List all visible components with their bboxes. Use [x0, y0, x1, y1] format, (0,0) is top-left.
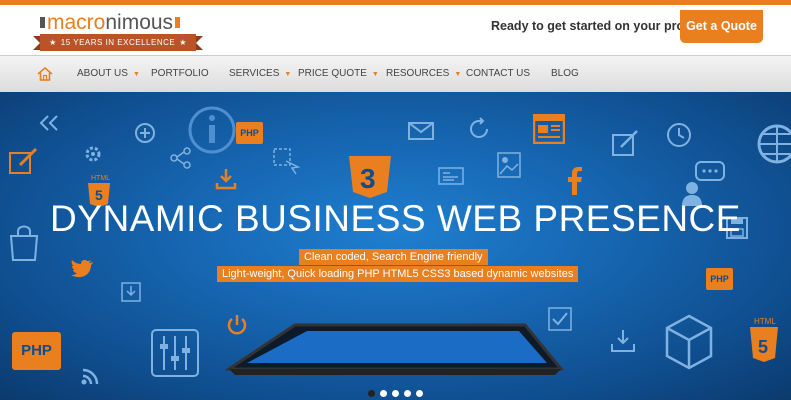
svg-text:HTML: HTML [754, 317, 776, 326]
image-icon [497, 152, 521, 178]
double-chevron-left-icon [39, 115, 58, 131]
nav-item-about-us[interactable]: ABOUT US ▼ [77, 56, 140, 92]
browser-layout-icon [533, 114, 565, 144]
slider-dot[interactable] [368, 390, 375, 397]
home-icon[interactable] [37, 66, 53, 82]
download-tray-icon [611, 330, 635, 352]
gear-icon [85, 146, 101, 162]
facebook-icon [568, 167, 582, 195]
cursor-select-icon [273, 148, 300, 175]
equalizer-icon [151, 329, 199, 377]
caret-down-icon: ▼ [284, 71, 292, 78]
html5-icon: HTML 5 [750, 317, 778, 362]
nav-item-price-quote[interactable]: PRICE QUOTE ▼ [298, 56, 379, 92]
globe-icon [757, 124, 791, 164]
slider-dot[interactable] [404, 390, 411, 397]
info-circle-icon [188, 106, 236, 154]
nav-item-services[interactable]: SERVICES ▼ [229, 56, 291, 92]
rss-icon [81, 368, 99, 385]
mail-icon [408, 122, 434, 140]
slider-dot[interactable] [380, 390, 387, 397]
nav-item-resources[interactable]: RESOURCES ▼ [386, 56, 461, 92]
php-icon: PHP [12, 332, 61, 370]
hero-title: DYNAMIC BUSINESS WEB PRESENCE [50, 198, 741, 239]
slider-pagination [368, 384, 428, 400]
download-icon [215, 169, 237, 190]
slider-dot[interactable] [392, 390, 399, 397]
hero-tagline-2: Light-weight, Quick loading PHP HTML5 CS… [217, 266, 579, 282]
svg-text:HTML: HTML [91, 175, 110, 182]
hero-slider: PHP HTML 5 3 PHP PHP HTML 5 DYNAMIC BUSINE… [0, 92, 791, 400]
logo-wordmark: macronimous [38, 11, 182, 35]
site-header: macronimous ★ 15 YEARS IN EXCELLENCE ★ Rea… [0, 5, 791, 55]
svg-text:5: 5 [758, 337, 768, 357]
php-icon: PHP [236, 122, 263, 144]
clock-icon [667, 123, 691, 147]
tablet-device-image [225, 323, 565, 375]
php-icon: PHP [706, 268, 733, 290]
id-card-icon [438, 167, 464, 185]
logo-ribbon: ★ 15 YEARS IN EXCELLENCE ★ [33, 34, 203, 51]
svg-text:3: 3 [360, 163, 376, 194]
edit-square-icon [612, 130, 638, 156]
get-quote-button[interactable]: Get a Quote [680, 10, 763, 43]
slider-dot[interactable] [416, 390, 423, 397]
caret-down-icon: ▼ [132, 71, 140, 78]
nav-item-blog[interactable]: BLOG [551, 56, 579, 92]
caret-down-icon: ▼ [454, 71, 462, 78]
nav-item-portfolio[interactable]: PORTFOLIO [151, 56, 209, 92]
download-box-icon [121, 282, 141, 302]
main-nav: ABOUT US ▼ PORTFOLIO SERVICES ▼ PRICE QUOT… [0, 55, 791, 93]
refresh-icon [470, 117, 488, 138]
nav-item-contact-us[interactable]: CONTACT US [466, 56, 530, 92]
package-icon [665, 314, 713, 370]
edit-icon [9, 147, 38, 174]
logo[interactable]: macronimous ★ 15 YEARS IN EXCELLENCE ★ [33, 11, 203, 53]
twitter-icon [71, 260, 93, 278]
plus-circle-icon [135, 123, 155, 143]
css3-icon: 3 [349, 156, 391, 198]
hero-tagline-1: Clean coded, Search Engine friendly [299, 249, 488, 265]
caret-down-icon: ▼ [371, 71, 379, 78]
